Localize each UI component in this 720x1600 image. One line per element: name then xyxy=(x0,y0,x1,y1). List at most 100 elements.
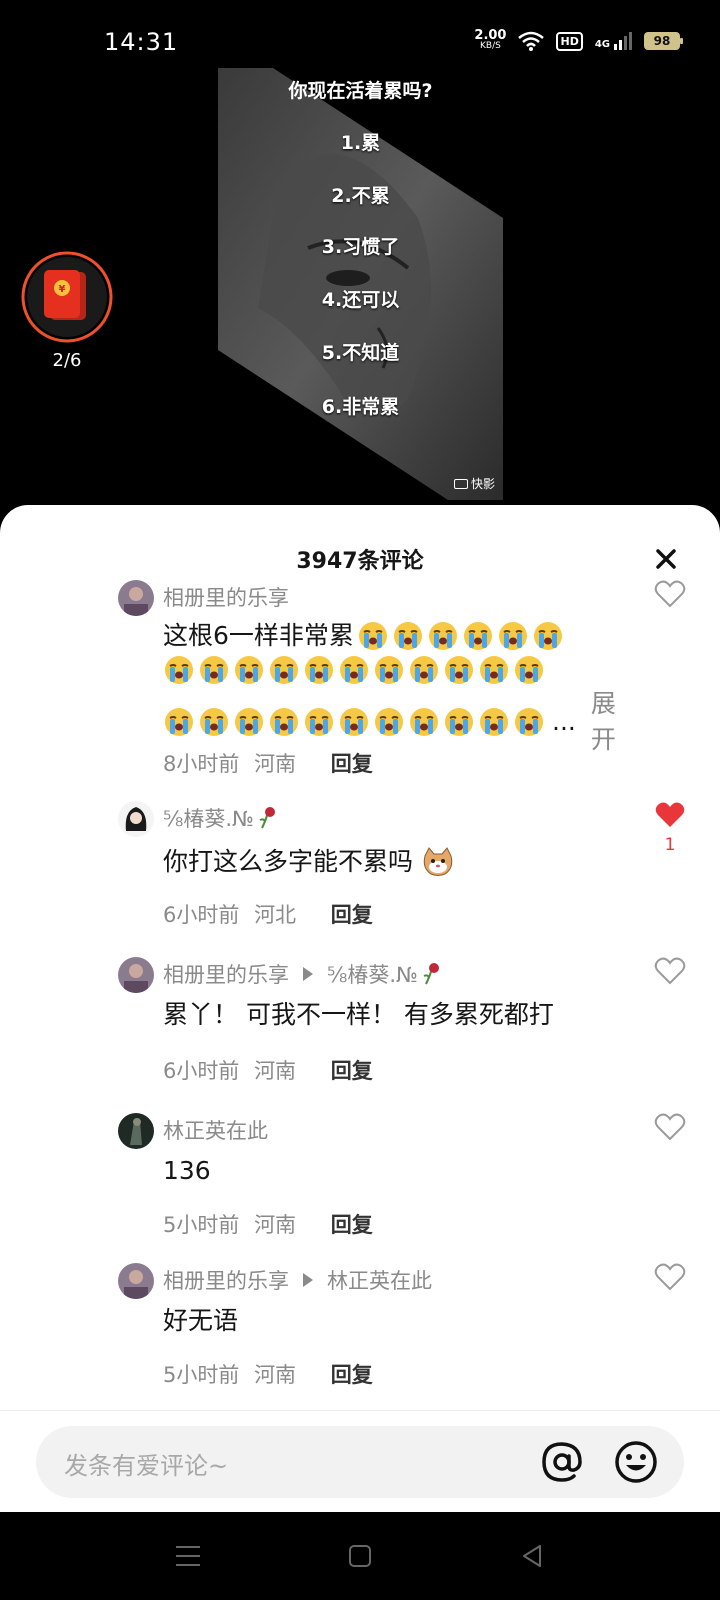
crying-face-icon xyxy=(393,622,422,650)
comment-author[interactable]: 相册里的乐享 ⅝椿葵.№ xyxy=(163,959,444,989)
comment-input[interactable]: 发条有爱评论~ xyxy=(36,1426,684,1498)
comment-author[interactable]: 相册里的乐享 xyxy=(163,582,289,612)
crying-face-icon xyxy=(445,656,473,684)
crying-face-icon xyxy=(463,622,492,650)
kuaiying-icon xyxy=(453,478,468,489)
comment-meta: 8小时前 河南 回复 xyxy=(163,748,373,778)
author-name[interactable]: 相册里的乐享 xyxy=(163,959,289,989)
network-speed: 2.00 KB/S xyxy=(474,28,507,52)
reply-button[interactable]: 回复 xyxy=(331,1363,373,1387)
comment-input-placeholder[interactable]: 发条有爱评论~ xyxy=(64,1446,228,1481)
emoji-group xyxy=(163,654,593,686)
avatar[interactable] xyxy=(118,957,154,993)
comment-text-content: 你打这么多字能不累吗 xyxy=(163,847,414,876)
comment-item: 相册里的乐享 ⅝椿葵.№ 累丫！ 可我不一样！ 有多累死都打 6小时前 河南 回… xyxy=(0,957,720,1097)
reply-button[interactable]: 回复 xyxy=(331,752,373,776)
reply-to-name[interactable]: 林正英在此 xyxy=(327,1265,432,1295)
author-name[interactable]: 林正英在此 xyxy=(163,1115,268,1145)
crying-face-icon xyxy=(270,708,298,736)
comment-item: 相册里的乐享 林正英在此 好无语 5小时前 河南 回复 xyxy=(0,1263,720,1403)
crying-face-icon xyxy=(235,656,263,684)
crying-face-icon xyxy=(200,656,228,684)
avatar[interactable] xyxy=(118,1113,154,1149)
crying-face-icon xyxy=(305,656,333,684)
reply-to-arrow-icon xyxy=(303,967,313,981)
reply-to-name[interactable]: ⅝椿葵.№ xyxy=(327,959,418,989)
emoji-group xyxy=(357,620,564,652)
comment-meta: 5小时前 河南 回复 xyxy=(163,1359,373,1389)
hd-badge: HD xyxy=(556,31,583,51)
navigation-bar xyxy=(0,1512,720,1600)
speed-value: 2.00 xyxy=(474,28,507,43)
like-count: 1 xyxy=(664,835,676,855)
heart-icon[interactable] xyxy=(654,1113,686,1141)
comment-location: 河北 xyxy=(254,903,297,927)
crying-face-icon xyxy=(340,708,368,736)
comment-text[interactable]: 这根6一样非常累 ... 展开 xyxy=(163,618,616,758)
ellipsis: ... xyxy=(552,707,576,736)
comment-item: 相册里的乐享 这根6一样非常累 ... 展开 8小时前 河南 回复 xyxy=(0,580,720,780)
expand-button[interactable]: 展开 xyxy=(591,686,616,758)
author-name[interactable]: 相册里的乐享 xyxy=(163,582,289,612)
comment-time: 6小时前 xyxy=(163,1059,240,1083)
home-icon[interactable] xyxy=(344,1540,376,1572)
comment-author[interactable]: 林正英在此 xyxy=(163,1115,268,1145)
reply-button[interactable]: 回复 xyxy=(331,1213,373,1237)
video-option: 5.不知道 xyxy=(321,342,400,364)
crying-face-icon xyxy=(340,656,368,684)
crying-face-icon xyxy=(235,708,263,736)
red-packet-button[interactable]: ¥ xyxy=(20,250,114,344)
comment-text[interactable]: 你打这么多字能不累吗 xyxy=(163,843,593,880)
comment-author[interactable]: ⅝椿葵.№ xyxy=(163,803,280,833)
crying-face-icon xyxy=(533,622,562,650)
reply-button[interactable]: 回复 xyxy=(331,1059,373,1083)
heart-icon[interactable] xyxy=(654,957,686,985)
comment-time: 6小时前 xyxy=(163,903,240,927)
author-name[interactable]: 相册里的乐享 xyxy=(163,1265,289,1295)
comment-item: ⅝椿葵.№ 你打这么多字能不累吗 6小时前 河北 回复 1 xyxy=(0,801,720,941)
heart-icon[interactable] xyxy=(654,1263,686,1291)
crying-face-icon xyxy=(480,708,508,736)
like-button[interactable]: 1 xyxy=(654,801,686,855)
comment-text[interactable]: 累丫！ 可我不一样！ 有多累死都打 xyxy=(163,997,633,1033)
avatar[interactable] xyxy=(118,580,154,616)
comment-text-line: 这根6一样非常累 xyxy=(163,618,593,654)
video-option: 4.还可以 xyxy=(321,289,400,311)
crying-face-icon xyxy=(165,656,193,684)
heart-icon[interactable] xyxy=(654,580,686,608)
status-icons: 2.00 KB/S HD 4G 98 xyxy=(474,28,683,52)
reply-to-arrow-icon xyxy=(303,1273,313,1287)
crying-face-icon xyxy=(410,708,438,736)
crying-face-icon xyxy=(375,656,403,684)
video-option: 2.不累 xyxy=(331,185,390,207)
comments-sheet: 3947条评论 相册里的乐享 这根6一样非常累 ... 展开 8小时前 河南 回… xyxy=(0,505,720,1512)
avatar[interactable] xyxy=(118,801,154,837)
crying-face-icon xyxy=(445,708,473,736)
comment-text[interactable]: 好无语 xyxy=(163,1303,593,1339)
crying-face-icon xyxy=(305,708,333,736)
svg-text:¥: ¥ xyxy=(59,284,66,295)
video-option: 6.非常累 xyxy=(321,396,400,418)
video-overlay: 你现在活着累吗? 1.累 2.不累 3.习惯了 4.还可以 5.不知道 6.非常… xyxy=(218,68,503,500)
heart-filled-icon[interactable] xyxy=(654,801,686,829)
avatar[interactable] xyxy=(118,1263,154,1299)
comment-location: 河南 xyxy=(254,1059,297,1083)
comment-time: 5小时前 xyxy=(163,1213,240,1237)
comment-author[interactable]: 相册里的乐享 林正英在此 xyxy=(163,1265,432,1295)
at-mention-icon[interactable] xyxy=(540,1440,584,1484)
comment-location: 河南 xyxy=(254,1363,297,1387)
comment-text[interactable]: 136 xyxy=(163,1153,593,1189)
divider xyxy=(0,1410,720,1411)
back-icon[interactable] xyxy=(516,1540,548,1572)
video-option: 1.累 xyxy=(340,132,381,154)
emoji-icon[interactable] xyxy=(614,1440,658,1484)
close-icon[interactable] xyxy=(652,545,680,573)
author-name[interactable]: ⅝椿葵.№ xyxy=(163,803,254,833)
video-question: 你现在活着累吗? xyxy=(288,80,433,102)
comment-meta: 5小时前 河南 回复 xyxy=(163,1209,373,1239)
crying-face-icon xyxy=(375,708,403,736)
wilted-rose-icon xyxy=(423,963,439,985)
reply-button[interactable]: 回复 xyxy=(331,903,373,927)
comment-time: 5小时前 xyxy=(163,1363,240,1387)
menu-icon[interactable] xyxy=(172,1540,204,1572)
